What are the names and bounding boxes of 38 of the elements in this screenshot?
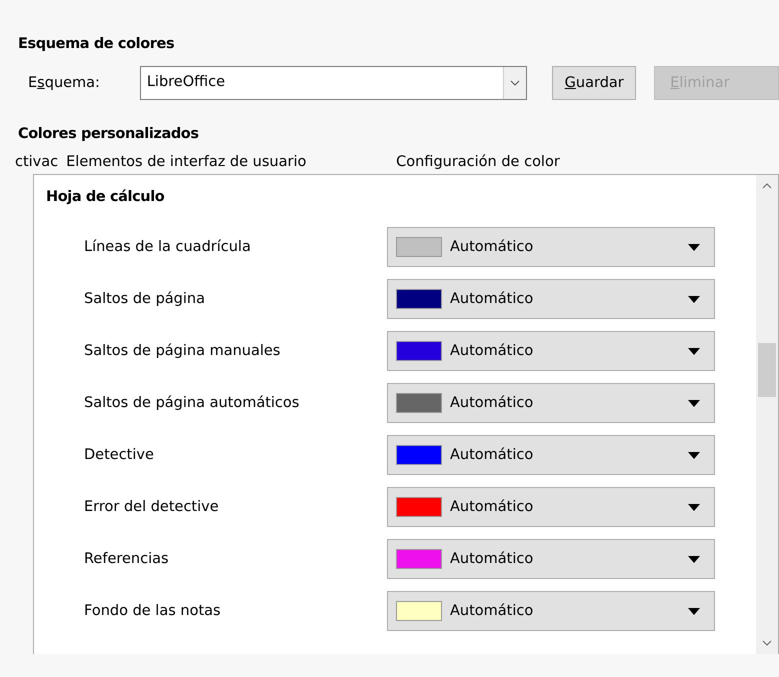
color-dropdown[interactable]: Automático — [387, 487, 715, 527]
chevron-down-icon — [510, 80, 520, 86]
field-label: Esquema: — [28, 75, 101, 91]
dropdown-triangle-icon — [688, 296, 700, 302]
section-title: Colores personalizados — [18, 126, 200, 142]
item-label: Saltos de página manuales — [83, 343, 282, 359]
item-label: Saltos de página automáticos — [83, 395, 300, 411]
dropdown-triangle-icon — [688, 556, 700, 562]
dropdown-triangle-icon — [688, 504, 700, 510]
group-heading: Hoja de cálculo — [46, 189, 166, 205]
dropdown-triangle-icon — [688, 244, 700, 250]
item-label: Error del detective — [83, 499, 220, 515]
color-dropdown[interactable]: Automático — [387, 539, 715, 579]
scrollbar-thumb[interactable] — [758, 342, 776, 396]
column-header[interactable]: Elementos de interfaz de usuario — [66, 154, 396, 174]
item-label: Referencias — [83, 551, 170, 567]
item-label: Líneas de la cuadrícula — [83, 239, 252, 255]
color-dropdown[interactable]: Automático — [387, 591, 715, 631]
item-label: Detective — [83, 447, 155, 463]
scroll-down-icon[interactable] — [762, 640, 772, 646]
dropdown-triangle-icon — [688, 348, 700, 354]
scheme-dropdown[interactable]: LibreOffice — [140, 66, 528, 100]
column-header[interactable]: ctivac — [15, 154, 58, 174]
column-header[interactable]: Configuración de color — [396, 154, 560, 174]
section-title: Esquema de colores — [18, 36, 176, 52]
scrollbar[interactable] — [756, 175, 778, 654]
color-dropdown[interactable]: Automático — [387, 279, 715, 319]
dropdown-triangle-icon — [688, 452, 700, 458]
item-label: Fondo de las notas — [83, 603, 222, 619]
color-dropdown[interactable]: Automático — [387, 383, 715, 423]
dropdown-triangle-icon — [688, 400, 700, 406]
save-button[interactable]: Guardar — [552, 66, 636, 100]
item-label: Saltos de página — [83, 291, 206, 307]
color-dropdown[interactable]: Automático — [387, 227, 715, 267]
color-dropdown[interactable]: Automático — [387, 435, 715, 475]
color-dropdown[interactable]: Automático — [387, 331, 715, 371]
scroll-up-icon[interactable] — [762, 183, 772, 189]
dropdown-triangle-icon — [688, 608, 700, 614]
